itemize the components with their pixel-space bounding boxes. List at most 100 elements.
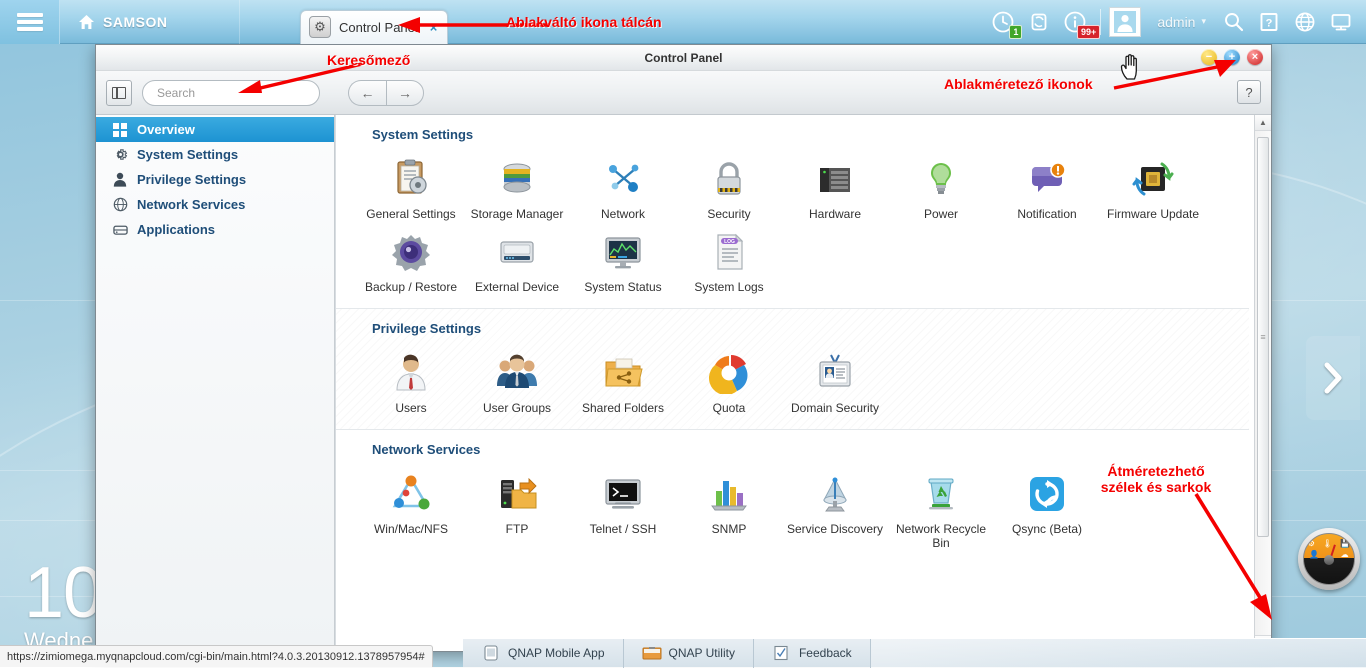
taskbar-search-button[interactable] [1216, 5, 1250, 39]
maximize-button[interactable]: + [1224, 49, 1240, 65]
app-external-device[interactable]: External Device [464, 221, 570, 294]
desktop-pager-next[interactable] [1306, 336, 1360, 420]
navigation-buttons: ← → [348, 80, 424, 106]
sidebar-item-network-services[interactable]: Network Services [96, 192, 334, 217]
panel-toggle-icon [112, 87, 126, 99]
app-users[interactable]: Users [358, 342, 464, 415]
taskbar-language-button[interactable] [1288, 5, 1322, 39]
window-titlebar[interactable]: Control Panel − + × [96, 45, 1271, 71]
app-storage-manager[interactable]: Storage Manager [464, 148, 570, 221]
app-label: Users [395, 401, 426, 415]
app-win-mac-nfs[interactable]: Win/Mac/NFS [358, 463, 464, 550]
app-label: Storage Manager [471, 207, 564, 221]
app-network[interactable]: Network [570, 148, 676, 221]
single-user-icon [388, 350, 434, 396]
app-qsync-beta[interactable]: Qsync (Beta) [994, 463, 1100, 550]
app-label: Notification [1017, 207, 1076, 221]
svg-text:LOG: LOG [724, 239, 735, 245]
search-input[interactable] [157, 86, 312, 100]
link-label: QNAP Utility [669, 646, 735, 660]
app-ftp[interactable]: FTP [464, 463, 570, 550]
bottom-bar-filler [871, 639, 1366, 668]
scroll-up-button[interactable]: ▲ [1255, 115, 1271, 131]
globe-network-icon [112, 197, 128, 213]
panel-toggle-button[interactable] [106, 80, 132, 106]
taskbar-tab-close-icon[interactable]: × [426, 20, 438, 35]
app-label: Qsync (Beta) [1012, 522, 1082, 536]
minimize-button[interactable]: − [1201, 49, 1217, 65]
link-qnap-mobile-app[interactable]: QNAP Mobile App [463, 639, 624, 668]
display-monitor-icon [1330, 11, 1352, 33]
app-snmp[interactable]: SNMP [676, 463, 782, 550]
sidebar-item-system-settings[interactable]: System Settings [96, 142, 334, 167]
log-document-icon: LOG [706, 229, 752, 275]
sidebar-item-applications[interactable]: Applications [96, 217, 334, 242]
taskbar-tab-control-panel[interactable]: ⚙ Control Panel × [300, 10, 448, 44]
app-power[interactable]: Power [888, 148, 994, 221]
app-label: Security [707, 207, 750, 221]
app-general-settings[interactable]: General Settings [358, 148, 464, 221]
background-tasks-button[interactable]: 1 [986, 5, 1020, 39]
app-label: System Logs [694, 280, 763, 294]
content-vertical-scrollbar[interactable]: ▲ ≡ ▼ [1254, 115, 1271, 651]
sidebar-item-label: Network Services [137, 197, 245, 212]
app-system-status[interactable]: System Status [570, 221, 676, 294]
app-network-recycle-bin[interactable]: Network Recycle Bin [888, 463, 994, 550]
hostname-label: SAMSON [103, 14, 167, 30]
section-title: System Settings [336, 115, 1249, 142]
app-label: User Groups [483, 401, 551, 415]
search-box[interactable] [142, 80, 320, 106]
taskbar-display-button[interactable] [1324, 5, 1358, 39]
external-device-button[interactable] [1022, 5, 1056, 39]
app-security[interactable]: Security [676, 148, 782, 221]
sidebar-item-privilege-settings[interactable]: Privilege Settings [96, 167, 334, 192]
home-hostname-button[interactable]: SAMSON [60, 0, 240, 44]
server-rack-icon [812, 156, 858, 202]
section-privilege-settings: Privilege Settings [336, 308, 1249, 430]
scrollbar-thumb[interactable]: ≡ [1257, 137, 1269, 537]
user-avatar-button[interactable] [1109, 7, 1141, 37]
network-nodes-icon [600, 156, 646, 202]
app-service-discovery[interactable]: Service Discovery [782, 463, 888, 550]
close-button[interactable]: × [1247, 49, 1263, 65]
user-menu-button[interactable]: admin ▾ [1149, 14, 1214, 30]
padlock-icon [706, 156, 752, 202]
taskbar-tab-label: Control Panel [339, 20, 418, 35]
ftp-server-folder-icon [494, 471, 540, 517]
app-label: Telnet / SSH [590, 522, 657, 536]
sidebar-item-overview[interactable]: Overview [96, 117, 334, 142]
section-network-services: Network Services [336, 430, 1249, 564]
forward-button[interactable]: → [386, 80, 424, 106]
app-label: General Settings [366, 207, 455, 221]
app-shared-folders[interactable]: Shared Folders [570, 342, 676, 415]
taskbar-help-button[interactable]: ? [1252, 5, 1286, 39]
app-telnet-ssh[interactable]: Telnet / SSH [570, 463, 676, 550]
bottom-links-bar: QNAP Mobile App QNAP Utility Feedback [463, 638, 1366, 667]
external-drive-icon [494, 229, 540, 275]
help-button[interactable]: ? [1237, 80, 1261, 104]
notification-button[interactable]: 99+ [1058, 5, 1092, 39]
person-icon [112, 172, 128, 188]
link-feedback[interactable]: Feedback [754, 639, 871, 668]
icon-grid: Win/Mac/NFS [336, 457, 1249, 564]
link-qnap-utility[interactable]: QNAP Utility [624, 639, 754, 668]
dashboard-gauge-widget[interactable]: ⚙🌡💾 👤☁ [1298, 528, 1360, 590]
scrollbar-grip-icon: ≡ [1260, 336, 1265, 339]
app-quota[interactable]: Quota [676, 342, 782, 415]
app-hardware[interactable]: Hardware [782, 148, 888, 221]
back-button[interactable]: ← [348, 80, 386, 106]
app-label: Network [601, 207, 645, 221]
app-label: Shared Folders [582, 401, 664, 415]
app-label: Backup / Restore [365, 280, 457, 294]
app-backup-restore[interactable]: Backup / Restore [358, 221, 464, 294]
app-user-groups[interactable]: User Groups [464, 342, 570, 415]
hamburger-menu-button[interactable] [0, 0, 60, 44]
taskbar-tray: 1 99+ admin [986, 0, 1366, 44]
app-firmware-update[interactable]: Firmware Update [1100, 148, 1206, 221]
app-domain-security[interactable]: Domain Security [782, 342, 888, 415]
content-scroll-area: System Settings [336, 115, 1271, 651]
top-taskbar: SAMSON ⚙ Control Panel × 1 [0, 0, 1366, 44]
username-label: admin [1157, 14, 1195, 30]
app-notification[interactable]: Notification [994, 148, 1100, 221]
app-system-logs[interactable]: LOG System Logs [676, 221, 782, 294]
